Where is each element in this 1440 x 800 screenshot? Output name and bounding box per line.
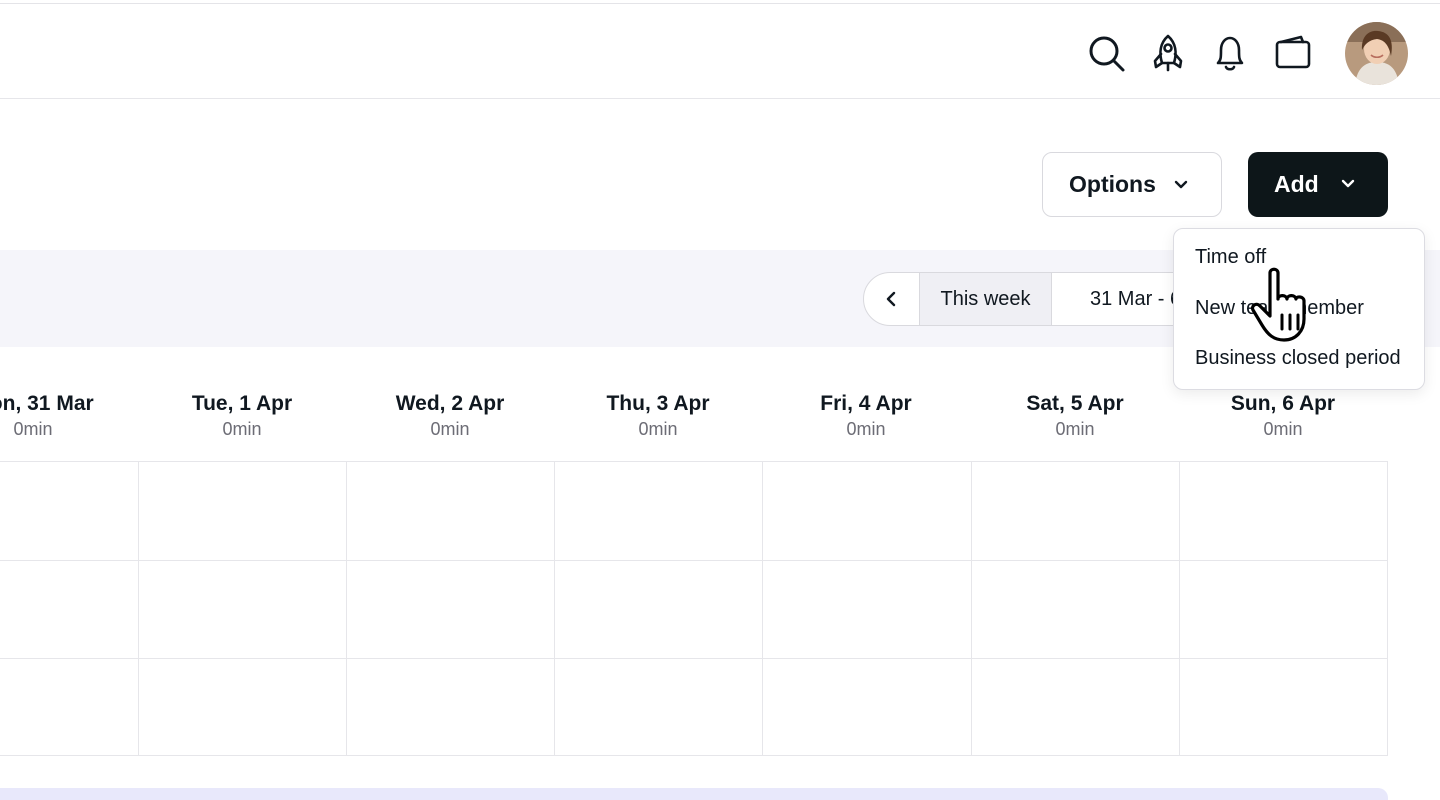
day-label: Sat, 5 Apr <box>1026 392 1124 415</box>
day-duration: 0min <box>1263 419 1303 439</box>
day-duration: 0min <box>430 419 470 439</box>
day-header: Fri, 4 Apr 0min <box>762 392 970 440</box>
day-label: Mon, 31 Mar <box>0 392 94 415</box>
grid-line <box>0 560 1387 561</box>
grid-line <box>762 462 763 755</box>
this-week-button[interactable]: This week <box>920 273 1052 325</box>
add-button[interactable]: Add <box>1248 152 1388 217</box>
day-label: Thu, 3 Apr <box>606 392 710 415</box>
grid-line <box>138 462 139 755</box>
top-bar <box>0 4 1440 99</box>
day-label: Tue, 1 Apr <box>191 392 293 415</box>
avatar[interactable] <box>1345 22 1408 85</box>
previous-week-button[interactable] <box>864 273 920 325</box>
day-duration: 0min <box>13 419 53 439</box>
day-label: Fri, 4 Apr <box>820 392 912 415</box>
options-button-label: Options <box>1069 171 1156 197</box>
grid-line <box>346 462 347 755</box>
grid-line <box>0 658 1387 659</box>
day-header: Tue, 1 Apr 0min <box>138 392 346 440</box>
day-header: Mon, 31 Mar 0min <box>0 392 137 440</box>
day-label: Wed, 2 Apr <box>395 392 505 415</box>
day-duration: 0min <box>1055 419 1095 439</box>
chevron-left-icon <box>886 291 895 307</box>
search-icon[interactable] <box>1085 32 1127 74</box>
calendar-grid[interactable] <box>0 461 1388 756</box>
chevron-down-icon <box>1341 179 1355 188</box>
options-button[interactable]: Options <box>1042 152 1222 217</box>
summary-strip <box>0 788 1388 800</box>
add-button-label: Add <box>1274 171 1319 197</box>
day-duration: 0min <box>846 419 886 439</box>
day-label: Sun, 6 Apr <box>1230 392 1336 415</box>
grid-line <box>971 462 972 755</box>
chevron-down-icon <box>1174 180 1188 189</box>
day-duration: 0min <box>638 419 678 439</box>
day-header: Thu, 3 Apr 0min <box>554 392 762 440</box>
bell-icon[interactable] <box>1209 32 1251 74</box>
day-header: Wed, 2 Apr 0min <box>346 392 554 440</box>
day-header: Sun, 6 Apr 0min <box>1179 392 1387 440</box>
wallet-icon[interactable] <box>1272 32 1314 74</box>
day-duration: 0min <box>222 419 262 439</box>
day-header: Sat, 5 Apr 0min <box>971 392 1179 440</box>
menu-item-business-closed-period[interactable]: Business closed period <box>1195 347 1401 370</box>
grid-line <box>1179 462 1180 755</box>
grid-line <box>554 462 555 755</box>
hand-cursor-icon <box>1250 267 1306 342</box>
rocket-icon[interactable] <box>1147 32 1189 74</box>
